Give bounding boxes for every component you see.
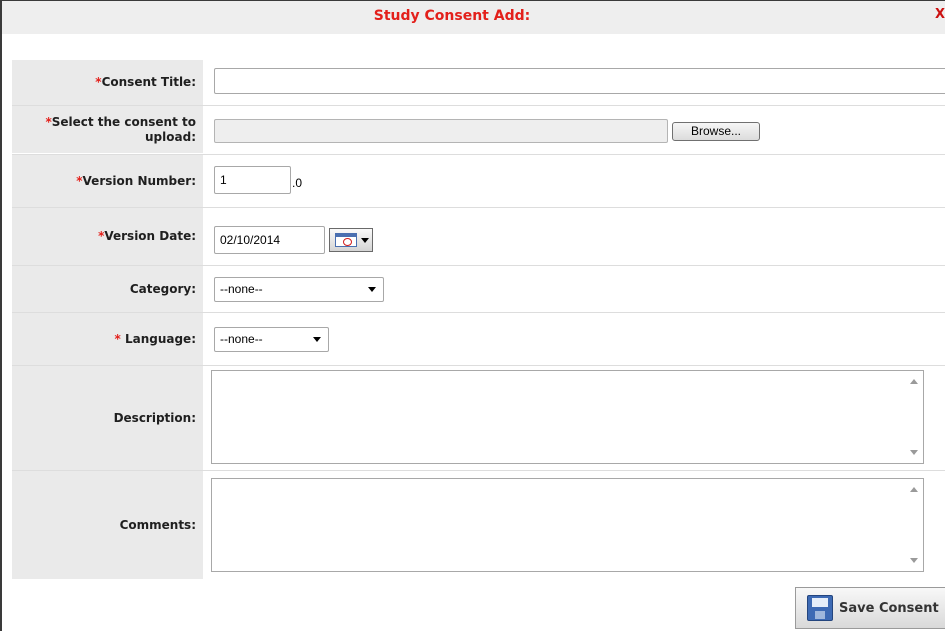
upload-file-path-input[interactable] [214,119,668,143]
calendar-button[interactable] [329,228,373,252]
save-consent-button[interactable]: Save Consent [795,587,945,629]
dropdown-arrow-icon [368,287,376,292]
category-label: Category: [12,266,203,312]
calendar-icon [335,233,357,247]
version-number-input[interactable] [214,166,291,194]
dropdown-arrow-icon [313,337,321,342]
dialog-title: Study Consent Add: [373,8,531,24]
version-number-suffix: .0 [292,176,303,190]
consent-title-label: *Consent Title: [12,60,203,105]
comments-label: Comments: [12,471,203,579]
version-date-input[interactable] [214,226,325,254]
comments-textarea[interactable] [211,478,924,572]
chevron-down-icon [361,238,369,243]
scroll-down-icon[interactable] [910,450,918,455]
description-label: Description: [12,366,203,470]
close-icon[interactable]: X [935,7,945,23]
scroll-up-icon[interactable] [910,487,918,492]
version-date-label: *Version Date: [12,208,203,265]
category-select[interactable]: --none-- [214,277,384,302]
scrollbar[interactable] [906,479,923,571]
language-select[interactable]: --none-- [214,327,329,352]
language-label: * Language: [12,313,203,365]
scroll-up-icon[interactable] [910,379,918,384]
scrollbar[interactable] [906,371,923,463]
save-icon [807,595,833,621]
browse-button[interactable]: Browse... [672,122,760,141]
dialog-titlebar: Study Consent Add: X [2,1,945,34]
study-consent-dialog: Study Consent Add: X *Consent Title: *Se… [0,0,945,631]
description-textarea[interactable] [211,370,924,464]
version-number-label: *Version Number: [12,155,203,207]
scroll-down-icon[interactable] [910,558,918,563]
consent-title-input[interactable] [214,68,945,94]
upload-label: *Select the consent to upload: [12,106,203,153]
